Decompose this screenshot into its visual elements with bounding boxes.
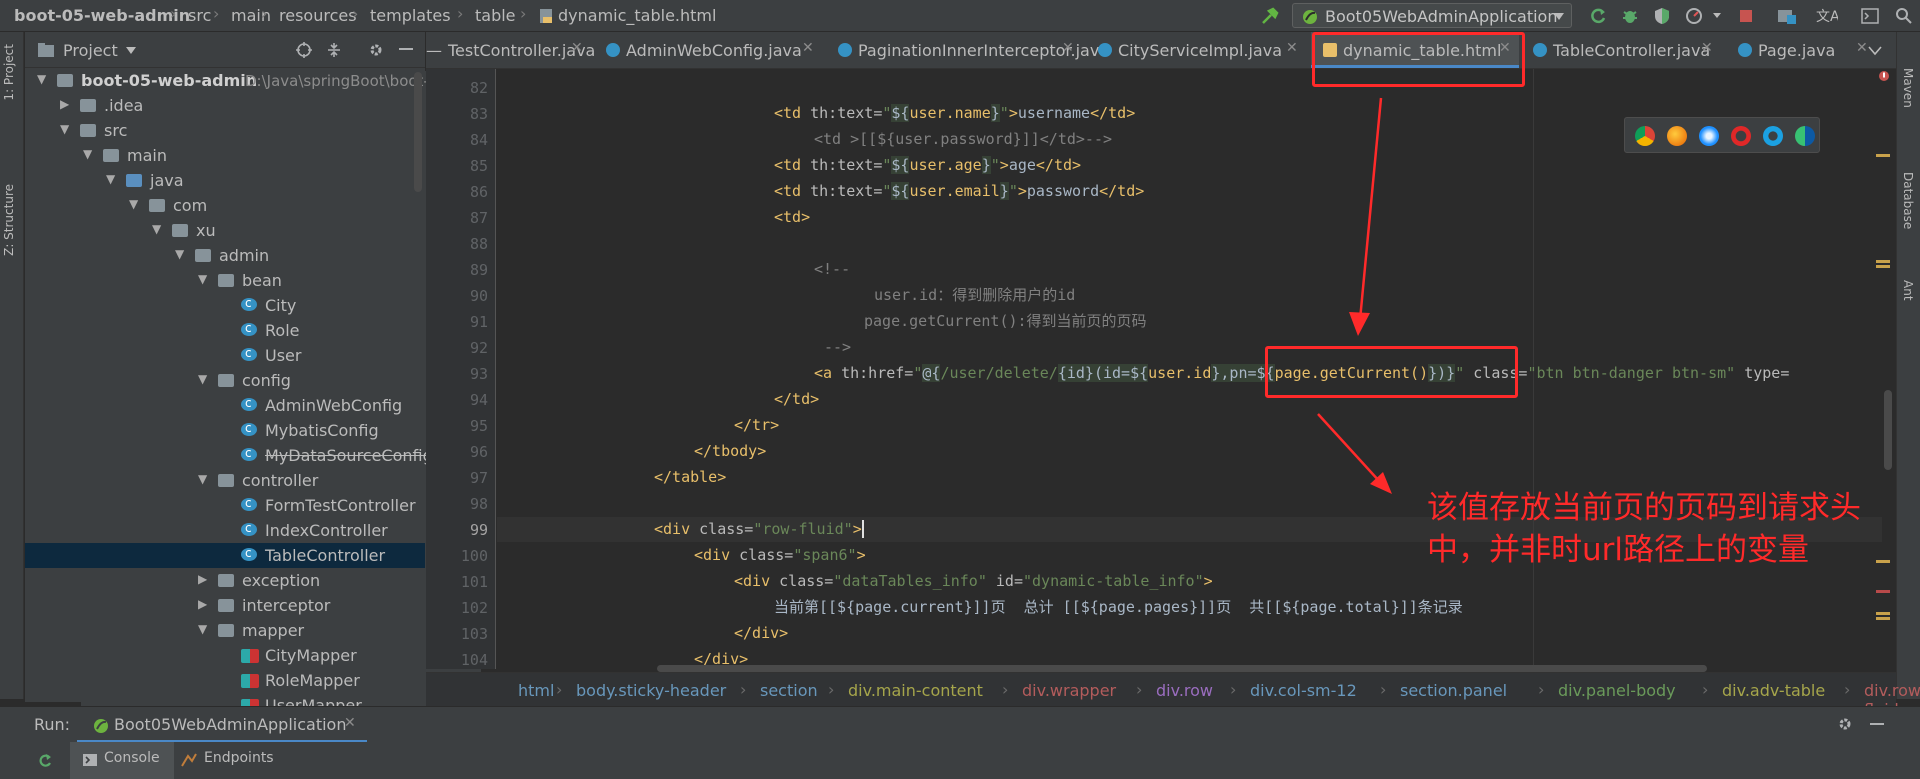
html-breadcrumb-item[interactable]: html	[518, 681, 554, 700]
warning-marker[interactable]	[1876, 154, 1890, 157]
annotation-arrows	[1317, 97, 1392, 494]
editor-vertical-scrollbar[interactable]	[1884, 390, 1892, 470]
warning-marker[interactable]	[1876, 560, 1890, 563]
breadcrumb-separator: ›	[556, 680, 563, 699]
breadcrumb-separator: ›	[1002, 680, 1009, 699]
html-breadcrumb-item[interactable]: div.col-sm-12	[1250, 681, 1357, 700]
html-breadcrumb-item[interactable]: section.panel	[1400, 681, 1507, 700]
run-tool-window-header: Run: Boot05WebAdminApplication ✕	[0, 706, 1920, 743]
editor-horizontal-scrollbar[interactable]	[657, 665, 1707, 672]
warning-marker[interactable]	[1876, 265, 1890, 268]
breadcrumb-separator: ›	[740, 680, 747, 699]
breadcrumb-separator: ›	[828, 680, 835, 699]
warning-marker[interactable]	[1876, 617, 1890, 620]
annotation-line-1: 该值存放当前页的页码到请求头	[1427, 490, 1861, 526]
run-label: Run:	[34, 715, 71, 734]
error-marker[interactable]	[1876, 590, 1890, 593]
spring-boot-icon	[94, 719, 108, 733]
run-tool-tabs: Console Endpoints	[0, 742, 1920, 779]
gear-icon[interactable]	[1836, 715, 1854, 733]
rerun-icon[interactable]	[36, 752, 54, 770]
html-breadcrumb-item[interactable]: section	[760, 681, 818, 700]
html-breadcrumb-item[interactable]: div.wrapper	[1022, 681, 1116, 700]
html-breadcrumb-item[interactable]: div.main-content	[848, 681, 983, 700]
error-indicator-icon[interactable]	[1878, 70, 1890, 82]
endpoints-icon	[181, 753, 197, 767]
annotation-text: 该值存放当前页的页码到请求头 中，并非时url路径上的变量	[1427, 487, 1861, 571]
breadcrumb-separator: ›	[1538, 680, 1545, 699]
html-breadcrumb-item[interactable]: div.row	[1156, 681, 1213, 700]
breadcrumb-separator: ›	[1702, 680, 1709, 699]
warning-marker[interactable]	[1876, 260, 1890, 263]
console-tab[interactable]: Console	[104, 750, 160, 766]
breadcrumb-separator: ›	[1136, 680, 1143, 699]
html-breadcrumb: html › body.sticky-header › section › div.main…	[426, 672, 1920, 719]
breadcrumb-separator: ›	[1380, 680, 1387, 699]
html-breadcrumb-item[interactable]: div.adv-table	[1722, 681, 1825, 700]
breadcrumb-separator: ›	[1844, 680, 1851, 699]
run-tab-label[interactable]: Boot05WebAdminApplication	[114, 715, 346, 734]
html-breadcrumb-item[interactable]: div.panel-body	[1558, 681, 1676, 700]
hide-minus-icon[interactable]	[1870, 723, 1886, 727]
endpoints-tab[interactable]: Endpoints	[204, 750, 274, 766]
console-icon	[83, 754, 97, 766]
breadcrumb-separator: ›	[1230, 680, 1237, 699]
warning-marker[interactable]	[1876, 612, 1890, 615]
annotation-line-2: 中，并非时url路径上的变量	[1427, 532, 1810, 568]
html-breadcrumb-item[interactable]: body.sticky-header	[576, 681, 726, 700]
close-icon[interactable]: ✕	[344, 715, 356, 731]
